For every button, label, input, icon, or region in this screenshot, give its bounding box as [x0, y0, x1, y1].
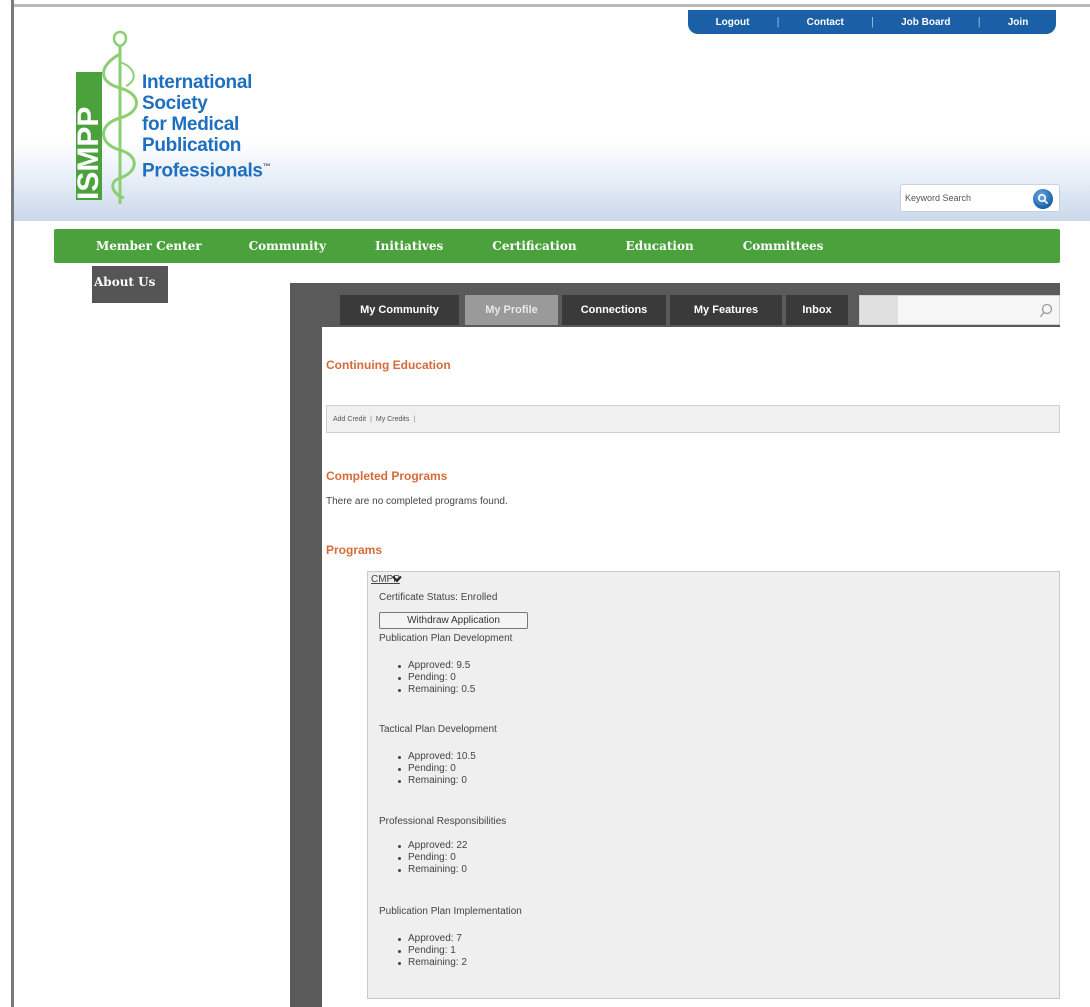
nav-certification[interactable]: Certification [492, 239, 576, 253]
list-item: Approved: 10.5 [398, 751, 476, 763]
page-frame: Logout | Contact | Job Board | Join ISMP… [0, 0, 1090, 1007]
logo-line: International [142, 72, 253, 93]
competency-title: Publication Plan Implementation [379, 906, 522, 917]
tab-my-community[interactable]: My Community [340, 295, 459, 325]
completed-programs-message: There are no completed programs found. [326, 496, 508, 507]
logo-line: Society [142, 93, 208, 114]
list-item: Remaining: 0.5 [398, 684, 475, 696]
chevron-down-icon[interactable] [392, 575, 402, 583]
utility-nav: Logout | Contact | Job Board | Join [688, 10, 1056, 34]
profile-tabbar: My Community My Profile Connections My F… [322, 291, 1060, 327]
list-item: Pending: 0 [398, 763, 476, 775]
certificate-status: Certificate Status: Enrolled [379, 592, 498, 603]
withdraw-application-button[interactable]: Withdraw Application [379, 612, 528, 629]
search-icon [1037, 193, 1049, 205]
list-item: Approved: 9.5 [398, 660, 475, 672]
toolbar-separator: | [413, 415, 416, 423]
nav-education[interactable]: Education [626, 239, 694, 253]
list-item: Pending: 0 [398, 852, 468, 864]
main-nav: Member Center Community Initiatives Cert… [54, 229, 1060, 263]
contact-link[interactable]: Contact [807, 17, 844, 28]
list-item: Pending: 0 [398, 672, 475, 684]
nav-initiatives[interactable]: Initiatives [375, 239, 443, 253]
credits-toolbar: Add Credit | My Credits | [326, 405, 1060, 433]
logo-wordmark: International Society for Medical Public… [142, 72, 271, 182]
competency-list: Approved: 10.5 Pending: 0 Remaining: 0 [398, 751, 476, 787]
logo-line: Publication [142, 135, 242, 156]
list-item: Pending: 1 [398, 945, 467, 957]
list-item: Remaining: 2 [398, 957, 467, 969]
logout-link[interactable]: Logout [716, 17, 750, 28]
svg-text:ISMPP: ISMPP [72, 107, 105, 200]
completed-programs-title: Completed Programs [326, 469, 448, 483]
toolbar-separator: | [370, 415, 372, 423]
competency-list: Approved: 22 Pending: 0 Remaining: 0 [398, 840, 468, 876]
community-search-field[interactable] [859, 295, 1060, 325]
left-rule [11, 0, 14, 1007]
tab-connections[interactable]: Connections [562, 295, 666, 325]
content-top-border [290, 283, 1060, 291]
list-item: Remaining: 0 [398, 864, 468, 876]
utility-separator: | [776, 16, 780, 28]
tab-inbox[interactable]: Inbox [786, 295, 848, 325]
competency-title: Professional Responsibilities [379, 816, 507, 827]
utility-separator: | [871, 16, 874, 28]
job-board-link[interactable]: Job Board [901, 17, 950, 28]
magnifier-icon[interactable] [1039, 303, 1053, 319]
search-field-shade [860, 296, 898, 324]
keyword-search [900, 184, 1060, 212]
competency-list: Approved: 7 Pending: 1 Remaining: 2 [398, 933, 467, 969]
logo-line: Professionals™ [142, 160, 271, 182]
list-item: Approved: 22 [398, 840, 468, 852]
competency-title: Publication Plan Development [379, 633, 513, 644]
nav-committees[interactable]: Committees [743, 239, 824, 253]
programs-title: Programs [326, 543, 383, 557]
continuing-education-title: Continuing Education [326, 358, 451, 372]
top-rule [11, 4, 1090, 7]
list-item: Approved: 7 [398, 933, 467, 945]
tab-my-profile[interactable]: My Profile [465, 295, 558, 325]
my-credits-link[interactable]: My Credits [376, 416, 409, 423]
tab-my-features[interactable]: My Features [670, 295, 782, 325]
competency-list: Approved: 9.5 Pending: 0 Remaining: 0.5 [398, 660, 475, 696]
content-left-border [290, 283, 322, 1007]
search-button[interactable] [1033, 189, 1053, 209]
join-link[interactable]: Join [1008, 17, 1029, 28]
logo-line: for Medical [142, 114, 239, 135]
keyword-search-input[interactable] [905, 189, 1023, 207]
nav-community[interactable]: Community [249, 239, 326, 253]
list-item: Remaining: 0 [398, 775, 476, 787]
nav-about-us[interactable]: About Us [92, 266, 168, 303]
add-credit-link[interactable]: Add Credit [333, 416, 366, 423]
competency-title: Tactical Plan Development [379, 724, 497, 735]
nav-member-center[interactable]: Member Center [96, 239, 202, 253]
utility-separator: | [977, 16, 981, 28]
trademark-mark: ™ [262, 162, 271, 171]
